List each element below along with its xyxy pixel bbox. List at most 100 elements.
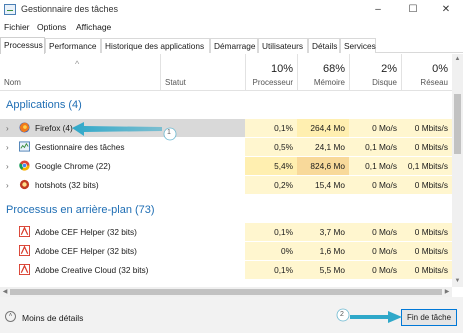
process-name: Google Chrome (22) <box>35 161 111 171</box>
scroll-up-icon[interactable]: ▲ <box>452 54 463 65</box>
process-name: Gestionnaire des tâches <box>35 142 125 152</box>
table-row[interactable]: Adobe Creative Cloud (32 bits) 0,1% 5,5 … <box>0 261 452 279</box>
column-cpu[interactable]: 10% Processeur <box>245 54 297 91</box>
disk-value: 0 Mo/s <box>349 176 401 194</box>
column-name-label: Nom <box>4 78 21 87</box>
horizontal-scrollbar[interactable]: ◀ ▶ <box>0 287 452 297</box>
task-manager-icon <box>4 4 16 15</box>
column-header: ^ Nom Statut 10% Processeur 68% Mémoire … <box>0 54 452 91</box>
table-row[interactable]: Adobe CEF Helper (32 bits) 0,1% 3,7 Mo 0… <box>0 223 452 241</box>
annotation-arrow-2 <box>336 308 402 323</box>
menu-fichier[interactable]: Fichier <box>4 22 30 32</box>
adobe-icon <box>19 245 30 256</box>
disk-total: 2% <box>381 63 397 75</box>
group-label: Applications (4) <box>6 99 82 111</box>
annotation-number-2: 2 <box>340 311 344 318</box>
column-disk[interactable]: 2% Disque <box>349 54 401 91</box>
cpu-value: 0,5% <box>245 138 297 156</box>
expand-chevron-icon[interactable]: › <box>6 181 9 190</box>
tab-historique[interactable]: Historique des applications <box>101 38 210 53</box>
tab-details[interactable]: Détails <box>308 38 340 53</box>
collapse-icon[interactable]: ˄ <box>5 311 16 322</box>
expand-chevron-icon[interactable]: › <box>6 124 9 133</box>
cpu-value: 0,1% <box>245 119 297 137</box>
network-value: 0 Mbits/s <box>401 223 452 241</box>
column-memory[interactable]: 68% Mémoire <box>297 54 349 91</box>
network-value: 0 Mbits/s <box>401 119 452 137</box>
disk-value: 0 Mo/s <box>349 261 401 279</box>
network-value: 0,1 Mbits/s <box>401 157 452 175</box>
menu-bar: Fichier Options Affichage <box>0 21 463 35</box>
disk-value: 0 Mo/s <box>349 119 401 137</box>
group-applications[interactable]: Applications (4) <box>0 91 452 117</box>
disk-value: 0 Mo/s <box>349 242 401 260</box>
column-network[interactable]: 0% Réseau <box>401 54 452 91</box>
chrome-icon <box>19 160 30 171</box>
table-row[interactable]: › Firefox (4) 0,1% 264,4 Mo 0 Mo/s 0 Mbi… <box>0 119 452 137</box>
horizontal-scroll-thumb[interactable] <box>10 289 442 295</box>
process-list: Applications (4) › Firefox (4) 0,1% 264,… <box>0 91 452 284</box>
tab-demarrage[interactable]: Démarrage <box>210 38 258 53</box>
cpu-value: 0,1% <box>245 261 297 279</box>
tab-performance[interactable]: Performance <box>45 38 101 53</box>
cpu-label: Processeur <box>252 78 293 87</box>
group-background[interactable]: Processus en arrière-plan (73) <box>0 196 452 222</box>
cpu-value: 5,4% <box>245 157 297 175</box>
close-button[interactable]: ✕ <box>429 0 463 20</box>
memory-value: 824,6 Mo <box>297 157 349 175</box>
vertical-scroll-thumb[interactable] <box>454 94 461 154</box>
annotation-arrow-1 <box>72 122 177 141</box>
end-task-button[interactable]: Fin de tâche <box>401 309 457 326</box>
table-row[interactable]: Adobe CEF Helper (32 bits) 0% 1,6 Mo 0 M… <box>0 242 452 260</box>
column-status-label: Statut <box>165 78 186 87</box>
group-label: Processus en arrière-plan (73) <box>6 204 155 216</box>
disk-value: 0,1 Mo/s <box>349 138 401 156</box>
window-title: Gestionnaire des tâches <box>21 4 119 14</box>
table-row[interactable]: › hotshots (32 bits) 0,2% 15,4 Mo 0 Mo/s… <box>0 176 452 194</box>
memory-value: 264,4 Mo <box>297 119 349 137</box>
firefox-icon <box>19 122 30 133</box>
cpu-value: 0,2% <box>245 176 297 194</box>
scroll-right-icon[interactable]: ▶ <box>442 287 452 297</box>
cpu-value: 0% <box>245 242 297 260</box>
network-value: 0 Mbits/s <box>401 176 452 194</box>
table-row[interactable]: › Google Chrome (22) 5,4% 824,6 Mo 0,1 M… <box>0 157 452 175</box>
tab-services[interactable]: Services <box>340 38 376 53</box>
cpu-total: 10% <box>270 63 293 75</box>
vertical-scrollbar[interactable]: ▲ ▼ <box>452 54 463 287</box>
adobe-icon <box>19 226 30 237</box>
maximize-button[interactable]: ☐ <box>396 0 430 20</box>
title-bar: Gestionnaire des tâches – ☐ ✕ <box>0 0 463 21</box>
network-value: 0 Mbits/s <box>401 261 452 279</box>
network-total: 0% <box>432 63 448 75</box>
expand-chevron-icon[interactable]: › <box>6 143 9 152</box>
scroll-left-icon[interactable]: ◀ <box>0 287 10 297</box>
tab-processus[interactable]: Processus <box>0 37 45 54</box>
tab-utilisateurs[interactable]: Utilisateurs <box>258 38 308 53</box>
process-name: hotshots (32 bits) <box>35 180 99 190</box>
disk-value: 0,1 Mo/s <box>349 157 401 175</box>
column-name[interactable]: ^ Nom <box>0 54 160 91</box>
minimize-button[interactable]: – <box>361 0 395 20</box>
menu-options[interactable]: Options <box>37 22 66 32</box>
scroll-down-icon[interactable]: ▼ <box>452 276 463 287</box>
network-label: Réseau <box>420 78 448 87</box>
sort-arrow-icon: ^ <box>75 59 80 69</box>
memory-total: 68% <box>322 63 345 75</box>
annotation-number-1: 1 <box>167 129 171 136</box>
cpu-value: 0,1% <box>245 223 297 241</box>
process-name: Adobe CEF Helper (32 bits) <box>35 246 137 256</box>
expand-chevron-icon[interactable]: › <box>6 162 9 171</box>
memory-value: 24,1 Mo <box>297 138 349 156</box>
disk-label: Disque <box>372 78 397 87</box>
menu-affichage[interactable]: Affichage <box>76 22 111 32</box>
less-details-link[interactable]: Moins de détails <box>22 313 83 323</box>
memory-value: 5,5 Mo <box>297 261 349 279</box>
memory-value: 15,4 Mo <box>297 176 349 194</box>
memory-value: 1,6 Mo <box>297 242 349 260</box>
process-name: Adobe CEF Helper (32 bits) <box>35 227 137 237</box>
process-name: Adobe Creative Cloud (32 bits) <box>35 265 149 275</box>
network-value: 0 Mbits/s <box>401 242 452 260</box>
table-row[interactable]: › Gestionnaire des tâches 0,5% 24,1 Mo 0… <box>0 138 452 156</box>
column-status[interactable]: Statut <box>161 54 245 91</box>
